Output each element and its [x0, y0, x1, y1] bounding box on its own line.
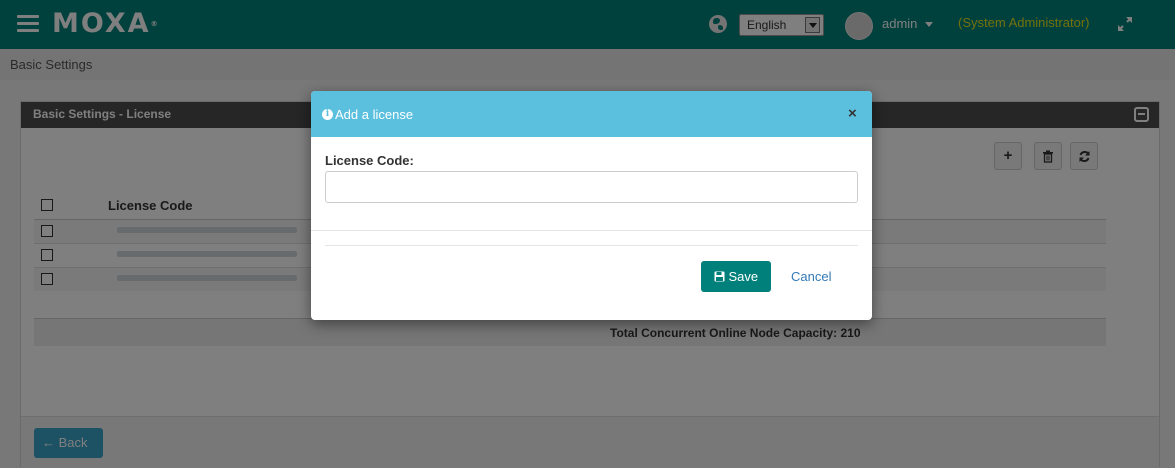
dialog-divider — [311, 230, 872, 231]
dialog-header: i Add a license × — [311, 91, 872, 137]
save-label: Save — [728, 269, 759, 284]
info-icon: i — [322, 109, 333, 120]
cancel-button[interactable]: Cancel — [791, 269, 831, 284]
close-icon[interactable]: × — [848, 105, 857, 122]
dialog-footer-divider — [325, 245, 858, 246]
license-code-label: License Code: — [325, 153, 414, 168]
add-license-dialog: i Add a license × License Code: Save Can… — [311, 91, 872, 320]
save-button[interactable]: Save — [701, 261, 771, 292]
dialog-title: Add a license — [335, 107, 414, 122]
license-code-input[interactable] — [325, 171, 858, 203]
floppy-disk-icon — [714, 271, 725, 282]
